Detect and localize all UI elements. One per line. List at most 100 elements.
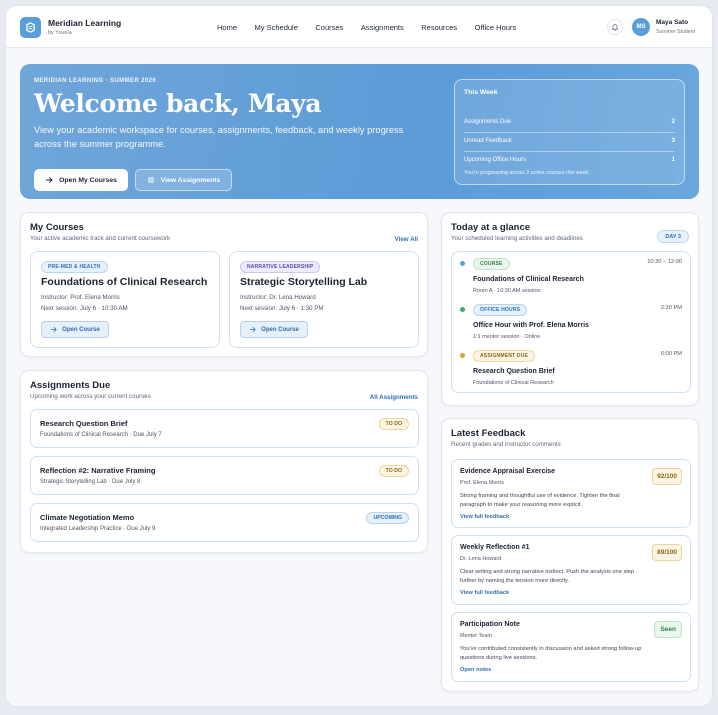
assignments-due-card: Assignments Due Upcoming work across you… [20,370,428,553]
nav-item-home[interactable]: Home [217,23,237,32]
week-row-unread-feedback: Unread Feedback 3 [464,133,675,152]
arrow-right-icon [45,176,53,184]
assignment-due-dot-icon [460,353,465,358]
assignment-item[interactable]: Reflection #2: Narrative Framing Strateg… [30,456,419,495]
course-next-session: Next session: July 6 · 10:30 AM [41,305,128,312]
schedule-title[interactable]: Foundations of Clinical Research [473,276,584,283]
open-course-button[interactable]: Open Course [240,321,308,338]
open-course-button[interactable]: Open Course [41,321,109,338]
schedule-title[interactable]: Office Hour with Prof. Elena Morris [473,322,589,329]
schedule-meta: 1:1 mentor session · Online [473,334,541,340]
view-full-feedback-link[interactable]: View full feedback [460,590,509,596]
assignment-item[interactable]: Research Question Brief Foundations of C… [30,409,419,448]
top-navigation-bar: Meridian Learning by Yuvela Home My Sche… [6,6,712,48]
schedule-tag: ASSIGNMENT DUE [473,350,536,362]
course-name: Strategic Storytelling Lab [240,276,368,288]
course-dot-icon [460,261,465,266]
office-hours-dot-icon [460,307,465,312]
schedule-time: 10:30 – 12:00 [647,259,682,265]
grade-badge: 92/100 [652,468,682,485]
course-instructor: Instructor: Dr. Lena Howard [240,294,316,301]
main-nav: Home My Schedule Courses Assignments Res… [217,23,534,32]
assignment-meta: Foundations of Clinical Research · Due J… [40,432,162,438]
feedback-title: Participation Note [460,621,520,628]
nav-item-my-schedule[interactable]: My Schedule [255,23,298,32]
day-badge: DAY 3 [657,230,689,243]
schedule-meta: Foundations of Clinical Research [473,380,554,386]
course-instructor: Instructor: Prof. Elena Morris [41,294,120,301]
list-icon [147,176,155,184]
open-notes-link[interactable]: Open notes [460,667,491,673]
week-row-office-hours: Upcoming Office Hours 1 [464,152,675,171]
user-name: Maya Sato [656,19,689,26]
feedback-author: Prof. Elena Morris [460,480,505,486]
open-my-courses-label: Open My Courses [59,176,117,184]
feedback-text: Clear writing and strong narrative insti… [460,569,635,584]
course-next-session: Next session: July 6 · 1:30 PM [240,305,324,312]
today-schedule-list: COURSE 10:30 – 12:00 Foundations of Clin… [451,251,691,393]
hero-title: Welcome back, Maya [34,89,322,118]
status-badge: TO DO [378,418,409,430]
week-row-label: Upcoming Office Hours [464,157,526,163]
status-badge: TO DO [378,465,409,477]
nav-item-office-hours[interactable]: Office Hours [475,23,517,32]
schedule-tag: COURSE [473,258,510,270]
assignments-due-subtitle: Upcoming work across your current course… [30,393,151,400]
open-course-label: Open Course [62,326,100,333]
feedback-title: Weekly Reflection #1 [460,544,530,551]
week-progress-note: You're progressing across 2 active cours… [464,170,590,176]
user-role: Summer Student [656,29,695,35]
view-full-feedback-link[interactable]: View full feedback [460,514,509,520]
arrow-right-icon [50,326,57,333]
nav-item-resources[interactable]: Resources [421,23,457,32]
assignment-item[interactable]: Climate Negotiation Memo Integrated Lead… [30,503,419,542]
arrow-right-icon [249,326,256,333]
open-my-courses-button[interactable]: Open My Courses [34,169,128,191]
latest-feedback-subtitle: Recent grades and instructor comments [451,441,561,448]
schedule-title[interactable]: Research Question Brief [473,368,555,375]
course-track-tag: PRE-MED & HEALTH [41,261,108,273]
feedback-item[interactable]: Weekly Reflection #1 Dr. Lena Howard Cle… [451,535,691,605]
schedule-time: 2:30 PM [660,305,682,311]
course-name: Foundations of Clinical Research [41,276,208,288]
nav-item-courses[interactable]: Courses [315,23,343,32]
nav-item-assignments[interactable]: Assignments [361,23,404,32]
feedback-text: You've contributed consistently in discu… [460,646,642,661]
view-assignments-button[interactable]: View Assignments [135,169,232,191]
feedback-author: Dr. Lena Howard [460,556,502,562]
feedback-text: Strong framing and thoughtful use of evi… [460,493,620,508]
view-all-courses-link[interactable]: View All [395,236,418,243]
course-card[interactable]: PRE-MED & HEALTH Foundations of Clinical… [30,251,220,348]
assignment-name: Research Question Brief [40,419,128,428]
today-at-a-glance-card: Today at a glance Your scheduled learnin… [441,212,699,406]
today-subtitle: Your scheduled learning activities and d… [451,235,583,242]
feedback-item[interactable]: Participation Note Mentor Team You've co… [451,612,691,682]
this-week-summary: This Week Assignments Due 2 Unread Feedb… [454,79,685,185]
brand-logo-icon[interactable] [20,17,41,38]
notifications-bell-icon[interactable] [607,19,623,35]
feedback-author: Mentor Team [460,633,492,639]
week-row-value: 3 [671,138,675,144]
course-card[interactable]: NARRATIVE LEADERSHIP Strategic Storytell… [229,251,419,348]
assignment-meta: Strategic Storytelling Lab · Due July 8 [40,479,141,485]
seen-badge: Seen [654,621,682,638]
assignments-due-title: Assignments Due [30,380,111,391]
hero-description: View your academic workspace for courses… [34,125,404,149]
assignment-name: Reflection #2: Narrative Framing [40,466,156,475]
schedule-tag: OFFICE HOURS [473,304,528,316]
brand-title: Meridian Learning [48,18,122,28]
my-courses-subtitle: Your active academic track and current c… [30,235,171,242]
latest-feedback-title: Latest Feedback [451,428,526,439]
today-title: Today at a glance [451,222,531,233]
latest-feedback-card: Latest Feedback Recent grades and instru… [441,418,699,692]
week-row-value: 2 [671,119,675,125]
assignment-name: Climate Negotiation Memo [40,513,135,522]
hero-eyebrow: MERIDIAN LEARNING · SUMMER 2026 [34,78,157,84]
welcome-hero: MERIDIAN LEARNING · SUMMER 2026 Welcome … [20,64,699,199]
week-row-label: Unread Feedback [464,138,512,144]
feedback-item[interactable]: Evidence Appraisal Exercise Prof. Elena … [451,459,691,528]
user-avatar[interactable]: MS [632,18,650,36]
feedback-title: Evidence Appraisal Exercise [460,468,556,475]
all-assignments-link[interactable]: All Assignments [370,394,418,401]
status-badge: UPCOMING [366,512,409,524]
